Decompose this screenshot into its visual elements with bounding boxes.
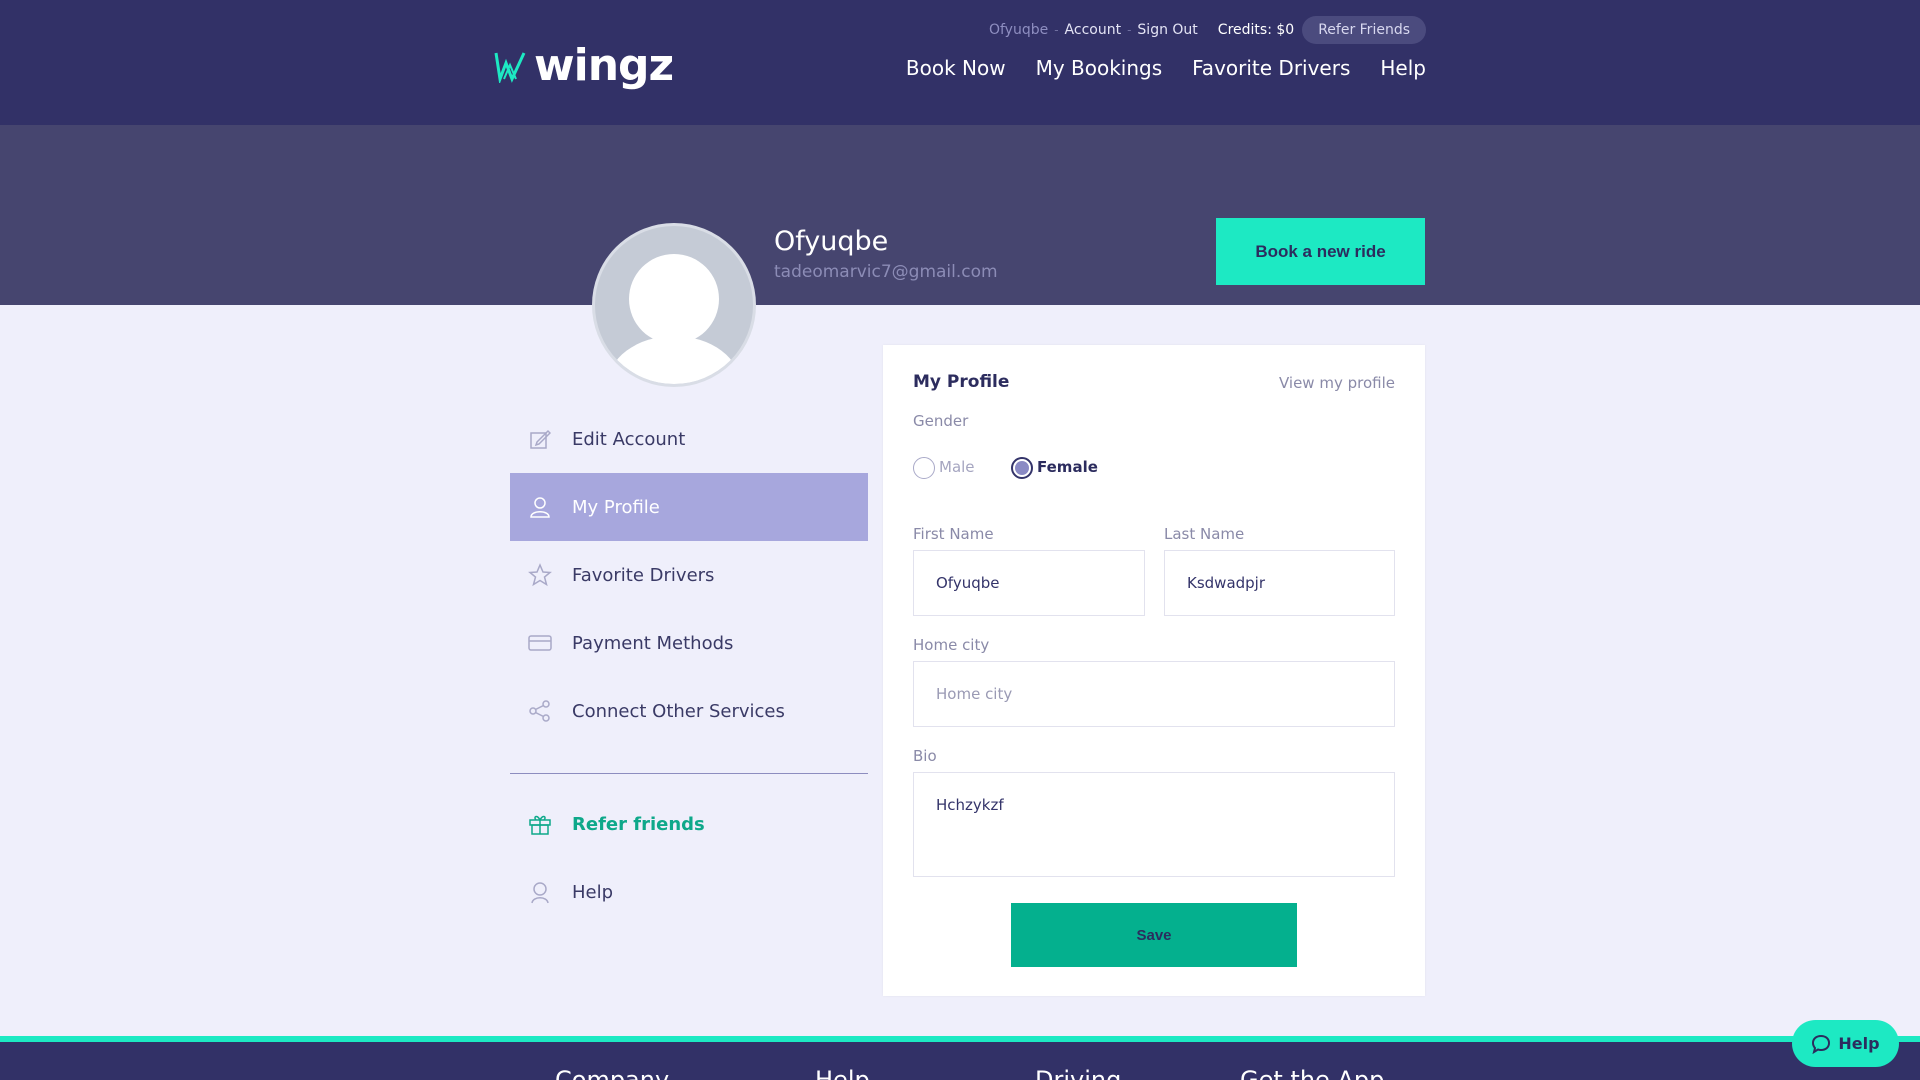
gift-icon (528, 812, 552, 836)
form-title: My Profile (913, 372, 1010, 392)
separator: - (1054, 23, 1059, 37)
utility-nav: Ofyuqbe - Account - Sign Out Credits: $0… (989, 15, 1426, 45)
logo-text: wingz (534, 40, 674, 91)
help-chat-label: Help (1838, 1034, 1880, 1053)
last-name-input[interactable]: Ksdwadpjr (1164, 550, 1395, 616)
view-my-profile-link[interactable]: View my profile (1279, 374, 1395, 392)
footer: Company Help Driving Get the App (0, 1042, 1920, 1080)
sidebar-item-connect-services[interactable]: Connect Other Services (510, 677, 868, 745)
profile-email: tadeomarvic7@gmail.com (774, 262, 998, 282)
book-new-ride-button[interactable]: Book a new ride (1216, 218, 1425, 285)
sidebar-item-refer-friends[interactable]: Refer friends (510, 790, 868, 858)
help-chat-button[interactable]: Help (1792, 1020, 1899, 1067)
account-sidebar: Edit Account My Profile Favorite Drivers… (510, 405, 868, 926)
first-name-input[interactable]: Ofyuqbe (913, 550, 1145, 616)
sidebar-item-label: My Profile (572, 496, 660, 518)
gender-female-label[interactable]: Female (1037, 458, 1098, 476)
footer-heading-company: Company (555, 1066, 670, 1080)
gender-female-radio[interactable] (1011, 457, 1033, 479)
gender-male-label[interactable]: Male (939, 458, 975, 476)
bio-textarea[interactable]: Hchzykzf (913, 772, 1395, 877)
refer-friends-button[interactable]: Refer Friends (1302, 16, 1426, 44)
main-nav: Book Now My Bookings Favorite Drivers He… (876, 56, 1426, 80)
sidebar-divider (510, 773, 868, 774)
avatar[interactable] (592, 223, 756, 387)
sidebar-item-label: Connect Other Services (572, 700, 785, 722)
footer-heading-driving: Driving (1035, 1066, 1122, 1080)
sidebar-item-label: Favorite Drivers (572, 564, 715, 586)
avatar-body-shape (607, 336, 741, 384)
sign-out-link[interactable]: Sign Out (1137, 22, 1197, 38)
sidebar-item-label: Help (572, 881, 614, 903)
credits-display: Credits: $0 (1217, 22, 1295, 38)
home-city-label: Home city (913, 636, 990, 654)
nav-help[interactable]: Help (1380, 56, 1426, 80)
home-city-input[interactable]: Home city (913, 661, 1395, 727)
sidebar-item-label: Payment Methods (572, 632, 734, 654)
footer-heading-get-the-app: Get the App (1240, 1066, 1385, 1080)
account-link[interactable]: Account (1065, 22, 1122, 38)
avatar-head-shape (629, 254, 719, 344)
save-button[interactable]: Save (1011, 903, 1297, 967)
star-icon (528, 563, 552, 587)
first-name-label: First Name (913, 525, 994, 543)
top-header: wingz Ofyuqbe - Account - Sign Out Credi… (0, 0, 1920, 125)
help-person-icon (528, 880, 552, 904)
wingz-logo[interactable]: wingz (494, 40, 674, 91)
sidebar-item-label: Edit Account (572, 428, 686, 450)
share-icon (528, 699, 552, 723)
username-link[interactable]: Ofyuqbe (989, 22, 1048, 38)
card-icon (528, 631, 552, 655)
gender-label: Gender (913, 412, 969, 430)
last-name-label: Last Name (1164, 525, 1245, 543)
sidebar-item-my-profile[interactable]: My Profile (510, 473, 868, 541)
profile-name: Ofyuqbe (774, 226, 889, 257)
sidebar-item-edit-account[interactable]: Edit Account (510, 405, 868, 473)
nav-book-now[interactable]: Book Now (906, 56, 1006, 80)
chat-bubble-icon (1812, 1034, 1831, 1054)
bio-label: Bio (913, 747, 937, 765)
wingz-logo-icon (494, 51, 526, 83)
sidebar-item-favorite-drivers[interactable]: Favorite Drivers (510, 541, 868, 609)
nav-favorite-drivers[interactable]: Favorite Drivers (1192, 56, 1350, 80)
sidebar-item-payment-methods[interactable]: Payment Methods (510, 609, 868, 677)
sidebar-item-label: Refer friends (572, 813, 705, 835)
sidebar-item-help[interactable]: Help (510, 858, 868, 926)
nav-my-bookings[interactable]: My Bookings (1036, 56, 1163, 80)
gender-male-radio[interactable] (913, 457, 935, 479)
profile-form-card: My Profile View my profile Gender Male F… (883, 345, 1425, 996)
separator: - (1127, 23, 1132, 37)
user-icon (528, 495, 552, 519)
edit-icon (528, 427, 552, 451)
footer-heading-help: Help (815, 1066, 870, 1080)
